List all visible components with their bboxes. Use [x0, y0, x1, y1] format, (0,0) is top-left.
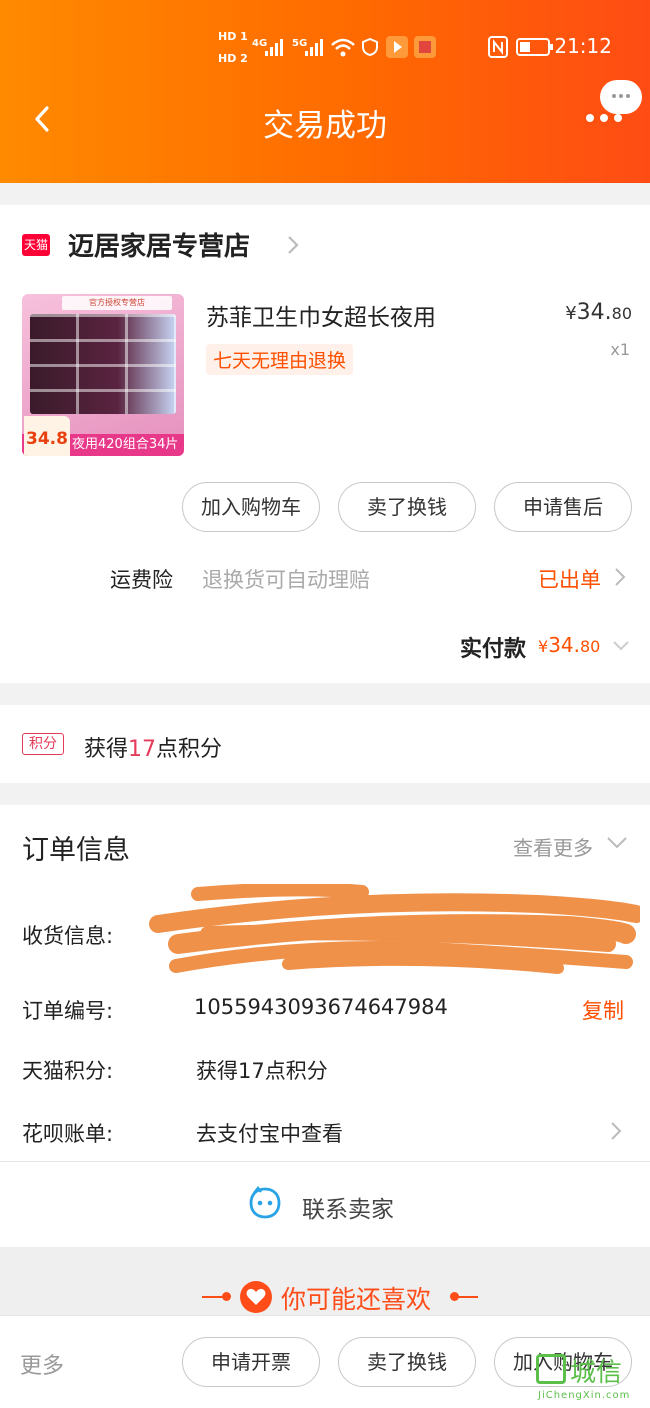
- resell-button-bottom[interactable]: 卖了换钱: [338, 1337, 476, 1387]
- after-sale-button[interactable]: 申请售后: [494, 482, 632, 532]
- points-suffix: 点积分: [156, 737, 223, 762]
- header-bar: HD 1 HD 2 4G 5G 21:12 交易成功: [0, 0, 650, 183]
- paid-currency: ¥: [538, 637, 549, 656]
- shield-icon: [362, 38, 378, 56]
- hd1-indicator: HD 1: [218, 30, 248, 43]
- watermark-en: JiChengXin.com: [538, 1390, 631, 1401]
- status-bar: HD 1 HD 2 4G 5G 21:12: [0, 30, 650, 66]
- watermark-cn: 城信: [570, 1358, 623, 1388]
- chevron-right-icon[interactable]: [286, 234, 300, 256]
- huabei-bill-label: 花呗账单:: [22, 1122, 114, 1146]
- shipping-insurance-label: 运费险: [110, 568, 173, 592]
- book-app-icon: [414, 36, 436, 58]
- resell-button[interactable]: 卖了换钱: [338, 482, 476, 532]
- watermark-box-icon: [536, 1354, 566, 1384]
- add-to-cart-button[interactable]: 加入购物车: [182, 482, 320, 532]
- return-policy-tag: 七天无理由退换: [206, 344, 354, 375]
- address-label: 收货信息:: [22, 924, 114, 948]
- paid-decimal: 80: [580, 637, 601, 656]
- chevron-down-icon[interactable]: [606, 836, 628, 850]
- price-integer: 34.: [576, 300, 612, 325]
- price-decimal: 80: [611, 304, 632, 323]
- product-thumbnail[interactable]: 官方授权专营店 夜用420组合34片 34.8: [22, 294, 184, 456]
- play-app-icon: [386, 36, 408, 58]
- thumb-product-image: [30, 314, 176, 414]
- points-prefix: 获得: [84, 737, 129, 762]
- order-info-title: 订单信息: [22, 835, 130, 866]
- decor-dot-left: [222, 1292, 231, 1301]
- nfc-icon: [488, 36, 508, 58]
- tmall-points-label: 天猫积分:: [22, 1059, 114, 1083]
- divider: [0, 1161, 650, 1162]
- points-badge: 积分: [22, 733, 64, 755]
- huabei-bill-value[interactable]: 去支付宝中查看: [196, 1118, 343, 1148]
- signal-icon: [265, 39, 283, 56]
- order-info-card: [0, 805, 650, 1247]
- chevron-right-icon[interactable]: [614, 566, 626, 588]
- contact-seller-button[interactable]: 联系卖家: [302, 1190, 394, 1224]
- tmall-badge: 天猫: [22, 234, 50, 256]
- shipping-insurance-desc: 退换货可自动理赔: [202, 568, 370, 592]
- product-title[interactable]: 苏菲卫生巾女超长夜用: [206, 298, 436, 332]
- contact-seller-icon[interactable]: [248, 1186, 282, 1220]
- wifi-icon: [331, 38, 355, 57]
- page-title: 交易成功: [263, 108, 387, 144]
- order-number-label: 订单编号:: [22, 999, 114, 1023]
- points-earned-text: 获得17点积分: [84, 731, 222, 763]
- battery-icon: [516, 38, 553, 56]
- paid-amount: ¥34.80: [538, 633, 600, 657]
- chevron-down-icon[interactable]: [612, 640, 630, 652]
- recommend-title: 你可能还喜欢: [281, 1285, 432, 1314]
- product-price: ¥34.80: [565, 300, 632, 325]
- shipping-insurance-status[interactable]: 已出单: [538, 564, 601, 594]
- decor-line-right: [452, 1296, 478, 1298]
- redacted-address-scribble: [149, 884, 640, 974]
- request-invoice-button[interactable]: 申请开票: [182, 1337, 320, 1387]
- signal-2-icon: [305, 39, 323, 56]
- product-quantity: x1: [610, 340, 630, 359]
- thumb-price: 34.8: [24, 416, 70, 456]
- heart-icon: [240, 1281, 272, 1313]
- more-button[interactable]: 更多: [20, 1348, 64, 1380]
- thumb-top-label: 官方授权专营店: [62, 296, 172, 310]
- paid-amount-label: 实付款: [460, 637, 527, 662]
- clock: 21:12: [554, 34, 612, 58]
- price-currency: ¥: [565, 303, 577, 324]
- order-number-value: 1055943093674647984: [194, 995, 448, 1019]
- store-name[interactable]: 迈居家居专营店: [68, 226, 250, 263]
- copy-order-number-button[interactable]: 复制: [582, 995, 624, 1025]
- chevron-right-icon[interactable]: [610, 1120, 622, 1142]
- paid-integer: 34.: [548, 633, 580, 657]
- more-options-icon[interactable]: [584, 108, 628, 128]
- tmall-points-value: 获得17点积分: [196, 1059, 328, 1083]
- points-value: 17: [128, 737, 157, 762]
- watermark-logo: 城信 JiChengXin.com: [532, 1352, 650, 1408]
- see-more-link[interactable]: 查看更多: [513, 832, 593, 861]
- hd2-indicator: HD 2: [218, 52, 248, 65]
